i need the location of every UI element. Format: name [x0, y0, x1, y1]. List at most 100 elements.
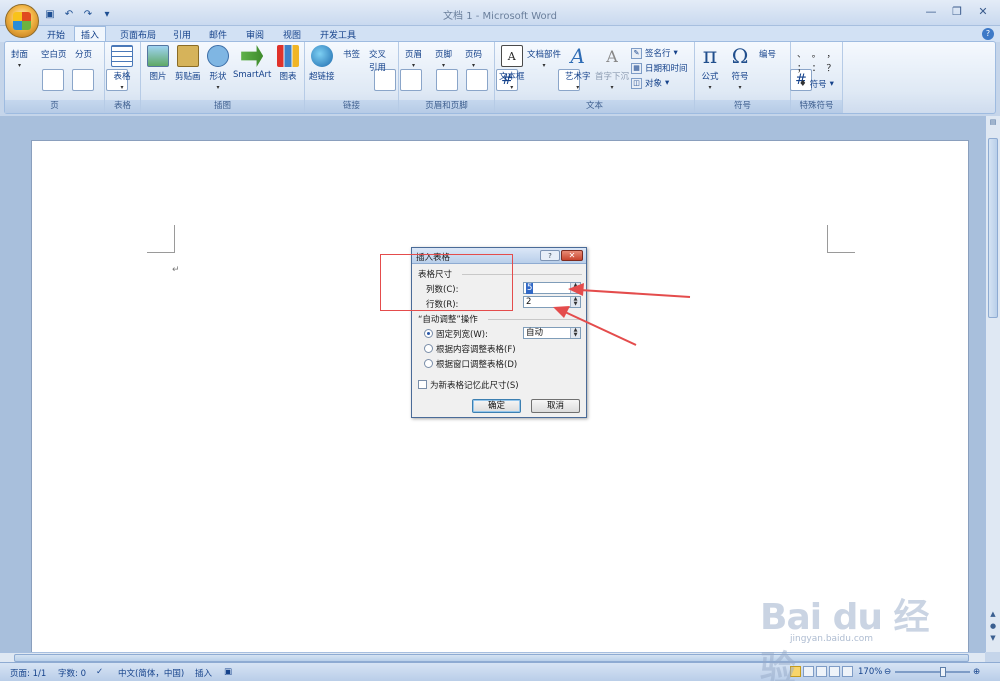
calendar-icon: ▦	[631, 62, 642, 74]
smartart-button[interactable]: SmartArt	[233, 45, 271, 80]
tab-developer[interactable]: 开发工具	[316, 26, 360, 42]
group-illustrations: 图片 剪贴画 形状 ▾ SmartArt 图表 插图	[141, 42, 305, 113]
tab-mailings[interactable]: 邮件	[204, 26, 232, 42]
fixed-width-spinner[interactable]: 自动 ▲ ▼	[523, 327, 581, 339]
page-break-button[interactable]: 分页	[75, 45, 128, 91]
date-time-button[interactable]: ▦ 日期和时间	[631, 62, 688, 74]
browse-object-icon[interactable]: ●	[986, 622, 1000, 634]
equation-button[interactable]: π 公式 ▾	[699, 44, 721, 92]
rows-spinner[interactable]: 2 ▲ ▼	[523, 296, 581, 308]
blank-page-button[interactable]: 空白页	[41, 45, 94, 91]
special-char[interactable]: 。	[812, 50, 821, 60]
autofit-contents-radio[interactable]	[424, 344, 433, 353]
autofit-heading: “自动调整”操作	[418, 315, 478, 325]
signature-line-button[interactable]: ✎ 签名行 ▾	[631, 47, 678, 59]
table-button[interactable]: 表格 ▾	[111, 45, 133, 91]
special-char[interactable]: ；	[797, 64, 806, 74]
cancel-button[interactable]: 取消	[531, 399, 580, 413]
special-char[interactable]: 、	[797, 50, 806, 60]
object-button[interactable]: ◫ 对象 ▾	[631, 77, 669, 89]
quick-parts-button[interactable]: 文档部件 ▾	[527, 45, 580, 91]
page-number-button[interactable]: # 页码 ▾	[465, 45, 518, 91]
previous-page-icon[interactable]: ▲	[986, 610, 1000, 622]
close-icon[interactable]: ✕	[970, 2, 996, 20]
minimize-icon[interactable]: —	[918, 2, 944, 20]
remember-size-checkbox[interactable]	[418, 380, 427, 389]
special-char[interactable]: ，	[827, 50, 836, 60]
tab-references[interactable]: 引用	[168, 26, 196, 42]
watermark-url: jingyan.baidu.com	[790, 634, 874, 644]
special-char[interactable]: ？	[827, 64, 836, 74]
special-symbol-grid: 、 。 ， ； ： ？	[797, 48, 836, 76]
vertical-scroll-thumb[interactable]	[988, 138, 998, 318]
shapes-icon	[207, 45, 229, 67]
tab-page-layout[interactable]: 页面布局	[116, 26, 160, 42]
ok-button[interactable]: 确定	[472, 399, 521, 413]
chart-button[interactable]: 图表	[277, 45, 299, 82]
dialog-close-icon[interactable]: ✕	[561, 250, 583, 261]
margin-corner-top-right	[827, 225, 855, 253]
spinner-arrows-icon[interactable]: ▲ ▼	[570, 283, 580, 293]
hyperlink-button[interactable]: 超链接	[309, 45, 335, 82]
dialog-help-icon[interactable]: ?	[540, 250, 560, 261]
divider	[488, 319, 582, 320]
picture-button[interactable]: 图片	[147, 45, 169, 82]
blank-page-icon	[72, 69, 94, 91]
wordart-button[interactable]: A 艺术字 ▾	[565, 44, 591, 91]
clipart-icon	[176, 45, 199, 67]
columns-spinner[interactable]: 5 ▲ ▼	[523, 282, 581, 294]
group-label-text: 文本	[495, 100, 694, 113]
hyperlink-icon	[310, 45, 333, 67]
zoom-in-icon[interactable]: ⊕	[973, 667, 980, 677]
insert-mode-indicator[interactable]: 插入	[195, 667, 212, 679]
page-count[interactable]: 页面: 1/1	[10, 667, 46, 679]
window-title: 文档 1 - Microsoft Word	[443, 11, 557, 22]
word-count[interactable]: 字数: 0	[58, 667, 86, 679]
shapes-button[interactable]: 形状 ▾	[207, 45, 229, 91]
help-icon[interactable]: ?	[982, 28, 994, 40]
textbox-button[interactable]: A 文本框 ▾	[499, 45, 525, 91]
object-icon: ◫	[631, 77, 642, 89]
spinner-arrows-icon[interactable]: ▲ ▼	[570, 297, 580, 307]
drop-cap-button[interactable]: A 首字下沉 ▾	[595, 45, 629, 92]
tab-insert[interactable]: 插入	[74, 26, 106, 42]
group-text: A 文本框 ▾ 文档部件 ▾ A 艺术字 ▾ A 首字下沉 ▾ ✎ 签名行 ▾ ▦ 日期和时间 ◫ 对…	[495, 42, 695, 113]
remember-size-label: 为新表格记忆此尺寸(S)	[430, 381, 519, 391]
ribbon-tabs: 开始 插入 页面布局 引用 邮件 审阅 视图 开发工具 ?	[0, 26, 1000, 42]
group-pages: 封面 ▾ 空白页 分页 页	[5, 42, 128, 113]
smartart-icon	[241, 45, 264, 67]
fixed-width-label: 固定列宽(W):	[436, 330, 488, 340]
ruler-toggle-icon[interactable]: ▤	[986, 118, 1000, 130]
cover-page-icon	[42, 69, 64, 91]
tab-view[interactable]: 视图	[278, 26, 306, 42]
bookmark-button[interactable]: 书签	[343, 45, 396, 91]
group-label-pages: 页	[5, 100, 104, 113]
autofit-window-radio[interactable]	[424, 359, 433, 368]
tab-home[interactable]: 开始	[42, 26, 70, 42]
ribbon: 封面 ▾ 空白页 分页 页 表格 ▾ 表格 图片 剪贴画 形状 ▾ SmartArt …	[4, 41, 996, 114]
language-indicator[interactable]: 中文(简体，中国)	[118, 667, 184, 679]
footer-button[interactable]: 页脚 ▾	[435, 45, 488, 91]
clipart-button[interactable]: 剪贴画	[175, 45, 201, 82]
paragraph-mark: ↵	[172, 265, 180, 275]
special-char[interactable]: ：	[812, 64, 821, 74]
restore-icon[interactable]: ❐	[944, 2, 970, 20]
group-label-symbols: 符号	[695, 100, 790, 113]
cover-page-button[interactable]: 封面 ▾	[11, 45, 64, 91]
proofing-icon[interactable]: ✓	[96, 667, 103, 677]
next-page-icon[interactable]: ▼	[986, 634, 1000, 646]
header-button[interactable]: 页眉 ▾	[405, 45, 458, 91]
special-symbol-dropdown[interactable]: ♦ 符号 ▾	[799, 78, 834, 90]
tab-review[interactable]: 审阅	[241, 26, 269, 42]
fixed-width-radio[interactable]	[424, 329, 433, 338]
picture-icon	[147, 45, 169, 67]
numbering-button[interactable]: # 编号	[759, 45, 812, 91]
window-controls: — ❐ ✕	[918, 2, 996, 20]
group-label-header-footer: 页眉和页脚	[399, 100, 494, 113]
spinner-arrows-icon[interactable]: ▲ ▼	[570, 328, 580, 338]
cross-reference-button[interactable]: 交叉 引用	[369, 45, 422, 91]
vertical-scrollbar[interactable]: ▤ ▲ ● ▼	[985, 116, 1000, 652]
symbol-button[interactable]: Ω 符号 ▾	[729, 44, 751, 91]
macro-record-icon[interactable]: ▣	[224, 667, 232, 677]
office-button[interactable]	[5, 4, 39, 38]
